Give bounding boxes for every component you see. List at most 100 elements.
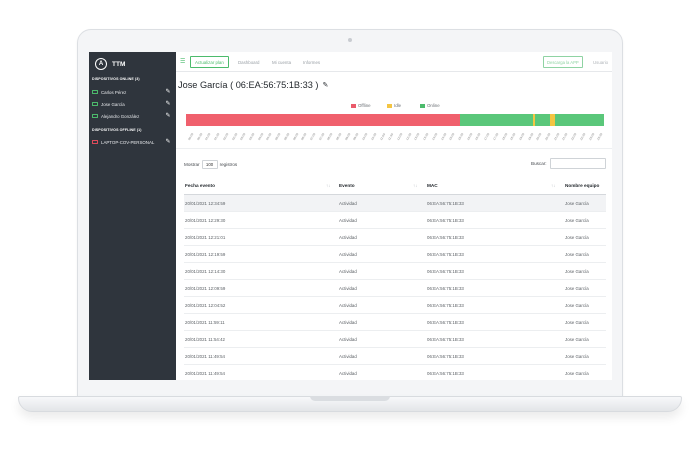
timeline-tick-label: 20:30: [544, 132, 552, 141]
timeline-tick-label: 07:00: [308, 132, 317, 141]
sidebar-item-jose[interactable]: Jose García ✎: [89, 99, 176, 109]
cell-evento: Actividad: [339, 218, 357, 223]
sidebar-item-laptop[interactable]: LAPTOP-COV-PERSONAL ✎: [89, 137, 176, 147]
page-size-select[interactable]: 100: [201, 160, 218, 169]
timeline-tick-label: 07:30: [317, 132, 325, 141]
cell-mac: 06:EA:56:75:1B:33: [427, 354, 464, 359]
timeline-tick-label: 02:30: [230, 132, 238, 141]
timeline-tick-label: 15:30: [456, 132, 465, 141]
topbar: ☰ Actualizar plan Dashboard Mi cuenta In…: [176, 52, 612, 72]
table-row[interactable]: 20/01/2021 12:09:59 Actividad 06:EA:56:75:…: [184, 280, 606, 297]
sidebar-item-carlos[interactable]: Carlos Pérez ✎: [89, 87, 176, 97]
table-row[interactable]: 20/01/2021 11:49:54 Actividad 06:EA:56:75:…: [184, 348, 606, 365]
timeline-tick-label: 08:30: [335, 132, 343, 141]
user-menu[interactable]: Usuario: [593, 60, 608, 65]
pencil-icon[interactable]: ✎: [164, 89, 172, 95]
timeline-tick-label: 18:00: [500, 132, 508, 141]
timeline-tick-label: 13:30: [422, 132, 430, 141]
timeline-tick-label: 21:30: [561, 132, 569, 141]
table-row[interactable]: 20/01/2021 12:29:30 Actividad 06:EA:56:75:…: [184, 212, 606, 229]
cell-mac: 06:EA:56:75:1B:33: [427, 337, 464, 342]
activity-timeline: [186, 114, 604, 126]
timeline-tick-label: 12:00: [396, 132, 404, 141]
legend-online: Online: [420, 103, 440, 108]
pencil-icon[interactable]: ✎: [321, 82, 329, 89]
timeline-tick-label: 05:00: [274, 132, 282, 141]
timeline-segment-online: [535, 114, 550, 126]
nav-dashboard[interactable]: Dashboard: [238, 60, 259, 65]
table-row[interactable]: 20/01/2021 12:34:59 Actividad 06:EA:56:75:…: [184, 195, 606, 212]
table-row[interactable]: 20/01/2021 11:49:54 Actividad 06:EA:56:75:…: [184, 365, 606, 380]
page-size-control: Mostrar 100 registros: [184, 160, 237, 169]
cell-fecha: 20/01/2021 12:34:59: [185, 201, 226, 206]
pencil-icon[interactable]: ✎: [164, 113, 172, 119]
search-label: Buscar:: [531, 161, 547, 166]
cell-evento: Actividad: [339, 354, 357, 359]
pencil-icon[interactable]: ✎: [164, 101, 172, 107]
timeline-tick-label: 11:30: [387, 132, 395, 141]
cell-mac: 06:EA:56:75:1B:33: [427, 252, 464, 257]
cell-evento: Actividad: [339, 303, 357, 308]
menu-icon[interactable]: ☰: [180, 58, 185, 65]
legend-label: Online: [427, 103, 440, 108]
cell-fecha: 20/01/2021 11:49:54: [185, 371, 225, 376]
search-input[interactable]: [550, 158, 606, 169]
table-row[interactable]: 20/01/2021 12:14:30 Actividad 06:EA:56:75:…: [184, 263, 606, 280]
timeline-tick-label: 16:00: [465, 132, 473, 141]
nav-informes[interactable]: Informes: [303, 60, 320, 65]
legend-swatch: [420, 103, 425, 108]
cell-evento: Actividad: [339, 269, 357, 274]
table-row[interactable]: 20/01/2021 12:21:01 Actividad 06:EA:56:75:…: [184, 229, 606, 246]
sidebar-item-alejandro[interactable]: Alejandro González ✎: [89, 111, 176, 121]
timeline-segment-online: [554, 114, 604, 126]
brand[interactable]: A TTM: [95, 57, 125, 71]
table-row[interactable]: 20/01/2021 12:04:52 Actividad 06:EA:56:75:…: [184, 297, 606, 314]
col-nombre-equipo[interactable]: Nombre equipo: [565, 183, 599, 188]
timeline-tick-label: 19:00: [517, 132, 526, 141]
timeline-tick-label: 09:00: [343, 132, 352, 141]
table-row[interactable]: 20/01/2021 11:54:42 Actividad 06:EA:56:75:…: [184, 331, 606, 348]
cell-fecha: 20/01/2021 12:09:59: [185, 286, 226, 291]
laptop-notch: [310, 396, 390, 401]
cell-mac: 06:EA:56:75:1B:33: [427, 371, 464, 376]
cell-fecha: 20/01/2021 12:21:01: [185, 235, 226, 240]
legend-offline: Offline: [351, 103, 371, 108]
timeline-tick-label: 14:30: [439, 132, 447, 141]
col-mac[interactable]: MAC: [427, 183, 438, 188]
online-devices-title: DISPOSITIVOS ONLINE (3): [92, 77, 140, 81]
cell-mac: 06:EA:56:75:1B:33: [427, 303, 464, 308]
page-title: Jose García ( 06:EA:56:75:1B:33 ) ✎: [178, 80, 333, 90]
cell-evento: Actividad: [339, 201, 357, 206]
cell-mac: 06:EA:56:75:1B:33: [427, 235, 464, 240]
timeline-tick-label: 04:00: [256, 132, 264, 141]
cell-nombre: Jose García: [565, 320, 589, 325]
cell-nombre: Jose García: [565, 235, 589, 240]
timeline-tick-label: 17:00: [483, 132, 491, 141]
timeline-ticks: 00:00 00:30 01:00 01:30 02:00 02:30 03:00 03:30…: [186, 127, 604, 143]
timeline-tick-label: 03:30: [247, 132, 256, 141]
download-app-button[interactable]: Descarga la APP: [543, 56, 583, 68]
cell-evento: Actividad: [339, 235, 357, 240]
timeline-tick-label: 10:30: [369, 132, 378, 141]
update-plan-button[interactable]: Actualizar plan: [190, 56, 229, 68]
table-row[interactable]: 20/01/2021 12:19:59 Actividad 06:EA:56:75:…: [184, 246, 606, 263]
timeline-tick-label: 05:30: [282, 132, 291, 141]
pencil-icon[interactable]: ✎: [164, 139, 172, 145]
nav-mi-cuenta[interactable]: Mi cuenta: [272, 60, 291, 65]
sidebar-item-label: Carlos Pérez: [101, 89, 127, 95]
col-fecha-evento[interactable]: Fecha evento: [185, 183, 215, 188]
sidebar: A TTM DISPOSITIVOS ONLINE (3) Carlos Pér…: [89, 52, 176, 380]
legend-swatch: [351, 103, 356, 108]
col-evento[interactable]: Evento: [339, 183, 355, 188]
sort-icon[interactable]: ↑↓: [413, 183, 417, 188]
sort-icon[interactable]: ↑↓: [551, 183, 555, 188]
timeline-tick-label: 13:00: [413, 132, 421, 141]
sidebar-item-label: Jose García: [101, 101, 125, 107]
table-row[interactable]: 20/01/2021 11:59:11 Actividad 06:EA:56:75:…: [184, 314, 606, 331]
timeline-tick-label: 22:30: [578, 132, 587, 141]
sort-icon[interactable]: ↑↓: [326, 183, 330, 188]
sidebar-item-label: Alejandro González: [101, 113, 140, 119]
device-title-text: Jose García ( 06:EA:56:75:1B:33 ): [178, 80, 319, 90]
records-label: registros: [219, 162, 238, 167]
table-header: Fecha evento ↑↓ Evento ↑↓ MAC ↑↓ Nombre …: [184, 176, 606, 195]
